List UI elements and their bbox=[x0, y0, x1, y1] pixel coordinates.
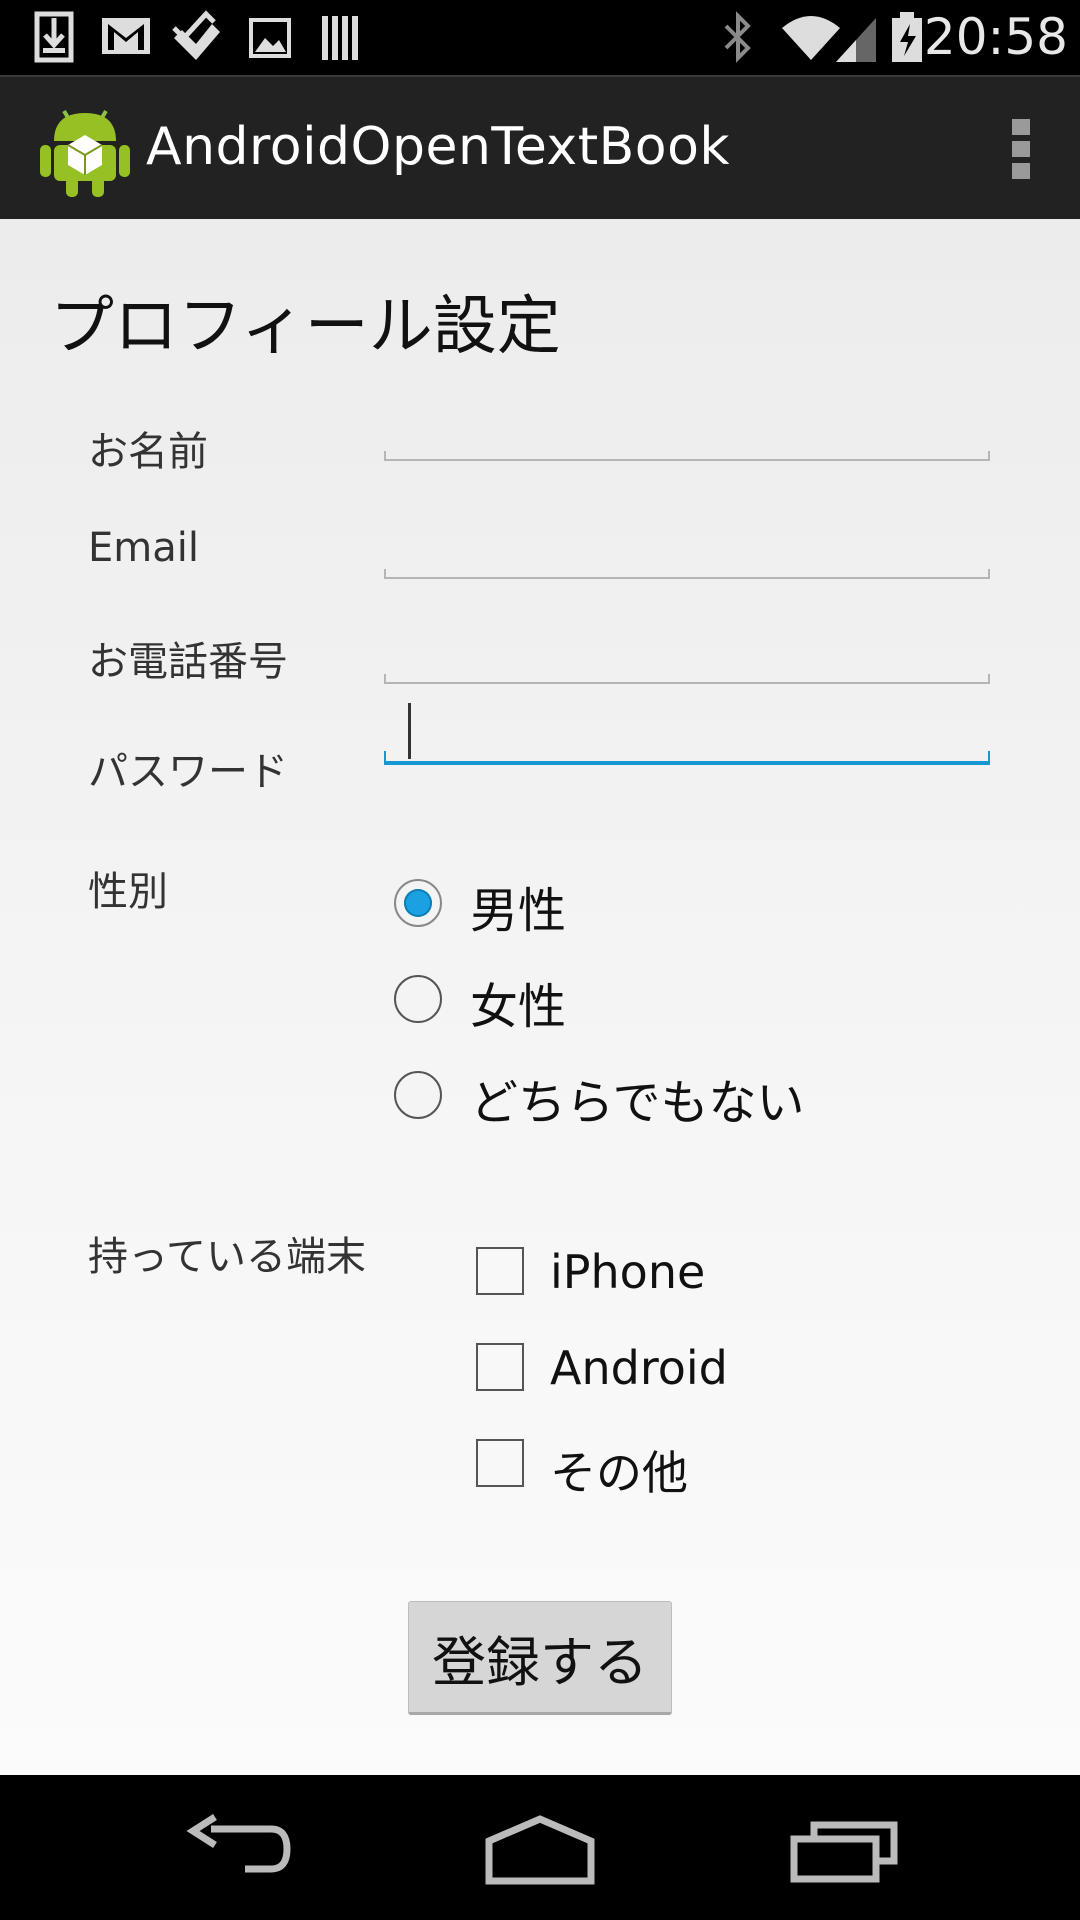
email-label: Email bbox=[88, 525, 199, 571]
gender-label: 性別 bbox=[88, 869, 168, 915]
app-title: AndroidOpenTextBook bbox=[146, 117, 731, 177]
page-title: プロフィール設定 bbox=[50, 290, 561, 364]
checkbox-label: Android bbox=[550, 1341, 728, 1395]
radio-label: 男性 bbox=[470, 883, 567, 939]
register-button[interactable]: 登録する bbox=[408, 1601, 672, 1715]
clock: 20:58 bbox=[923, 8, 1068, 66]
checkbox[interactable] bbox=[476, 1247, 524, 1295]
profile-form: プロフィール設定 お名前 Email お電話番号 パスワード 性別 男性 女性 … bbox=[0, 219, 1080, 1775]
action-bar: AndroidOpenTextBook bbox=[0, 75, 1080, 219]
download-icon bbox=[34, 11, 74, 63]
name-field[interactable] bbox=[384, 437, 990, 461]
email-field[interactable] bbox=[384, 555, 990, 579]
radio-button-checked[interactable] bbox=[394, 879, 442, 927]
phone-field[interactable] bbox=[384, 660, 990, 684]
password-field[interactable] bbox=[384, 699, 990, 765]
signal-icon bbox=[836, 18, 876, 62]
navigation-bar bbox=[0, 1775, 1080, 1920]
recent-apps-icon[interactable] bbox=[780, 1805, 910, 1895]
gmail-icon bbox=[102, 18, 150, 54]
name-label: お名前 bbox=[88, 429, 208, 475]
password-label: パスワード bbox=[88, 749, 288, 795]
radio-label: どちらでもない bbox=[470, 1075, 805, 1131]
status-bar: 20:58 bbox=[0, 0, 1080, 75]
checkbox-label: iPhone bbox=[550, 1245, 706, 1299]
back-icon[interactable] bbox=[175, 1805, 305, 1895]
radio-button[interactable] bbox=[394, 1071, 442, 1119]
barcode-icon bbox=[322, 16, 358, 60]
image-icon bbox=[249, 18, 291, 58]
bluetooth-icon bbox=[724, 11, 751, 63]
text-cursor bbox=[408, 703, 411, 759]
devices-label: 持っている端末 bbox=[88, 1234, 366, 1280]
check-double-icon bbox=[172, 10, 220, 60]
phone-label: お電話番号 bbox=[88, 639, 288, 685]
battery-charging-icon bbox=[892, 12, 922, 62]
home-icon[interactable] bbox=[475, 1805, 605, 1895]
android-app-icon bbox=[40, 109, 130, 197]
checkbox[interactable] bbox=[476, 1439, 524, 1487]
more-vert-icon[interactable] bbox=[1012, 119, 1032, 181]
checkbox-label: その他 bbox=[550, 1446, 688, 1500]
checkbox[interactable] bbox=[476, 1343, 524, 1391]
radio-button[interactable] bbox=[394, 975, 442, 1023]
radio-label: 女性 bbox=[470, 979, 567, 1035]
